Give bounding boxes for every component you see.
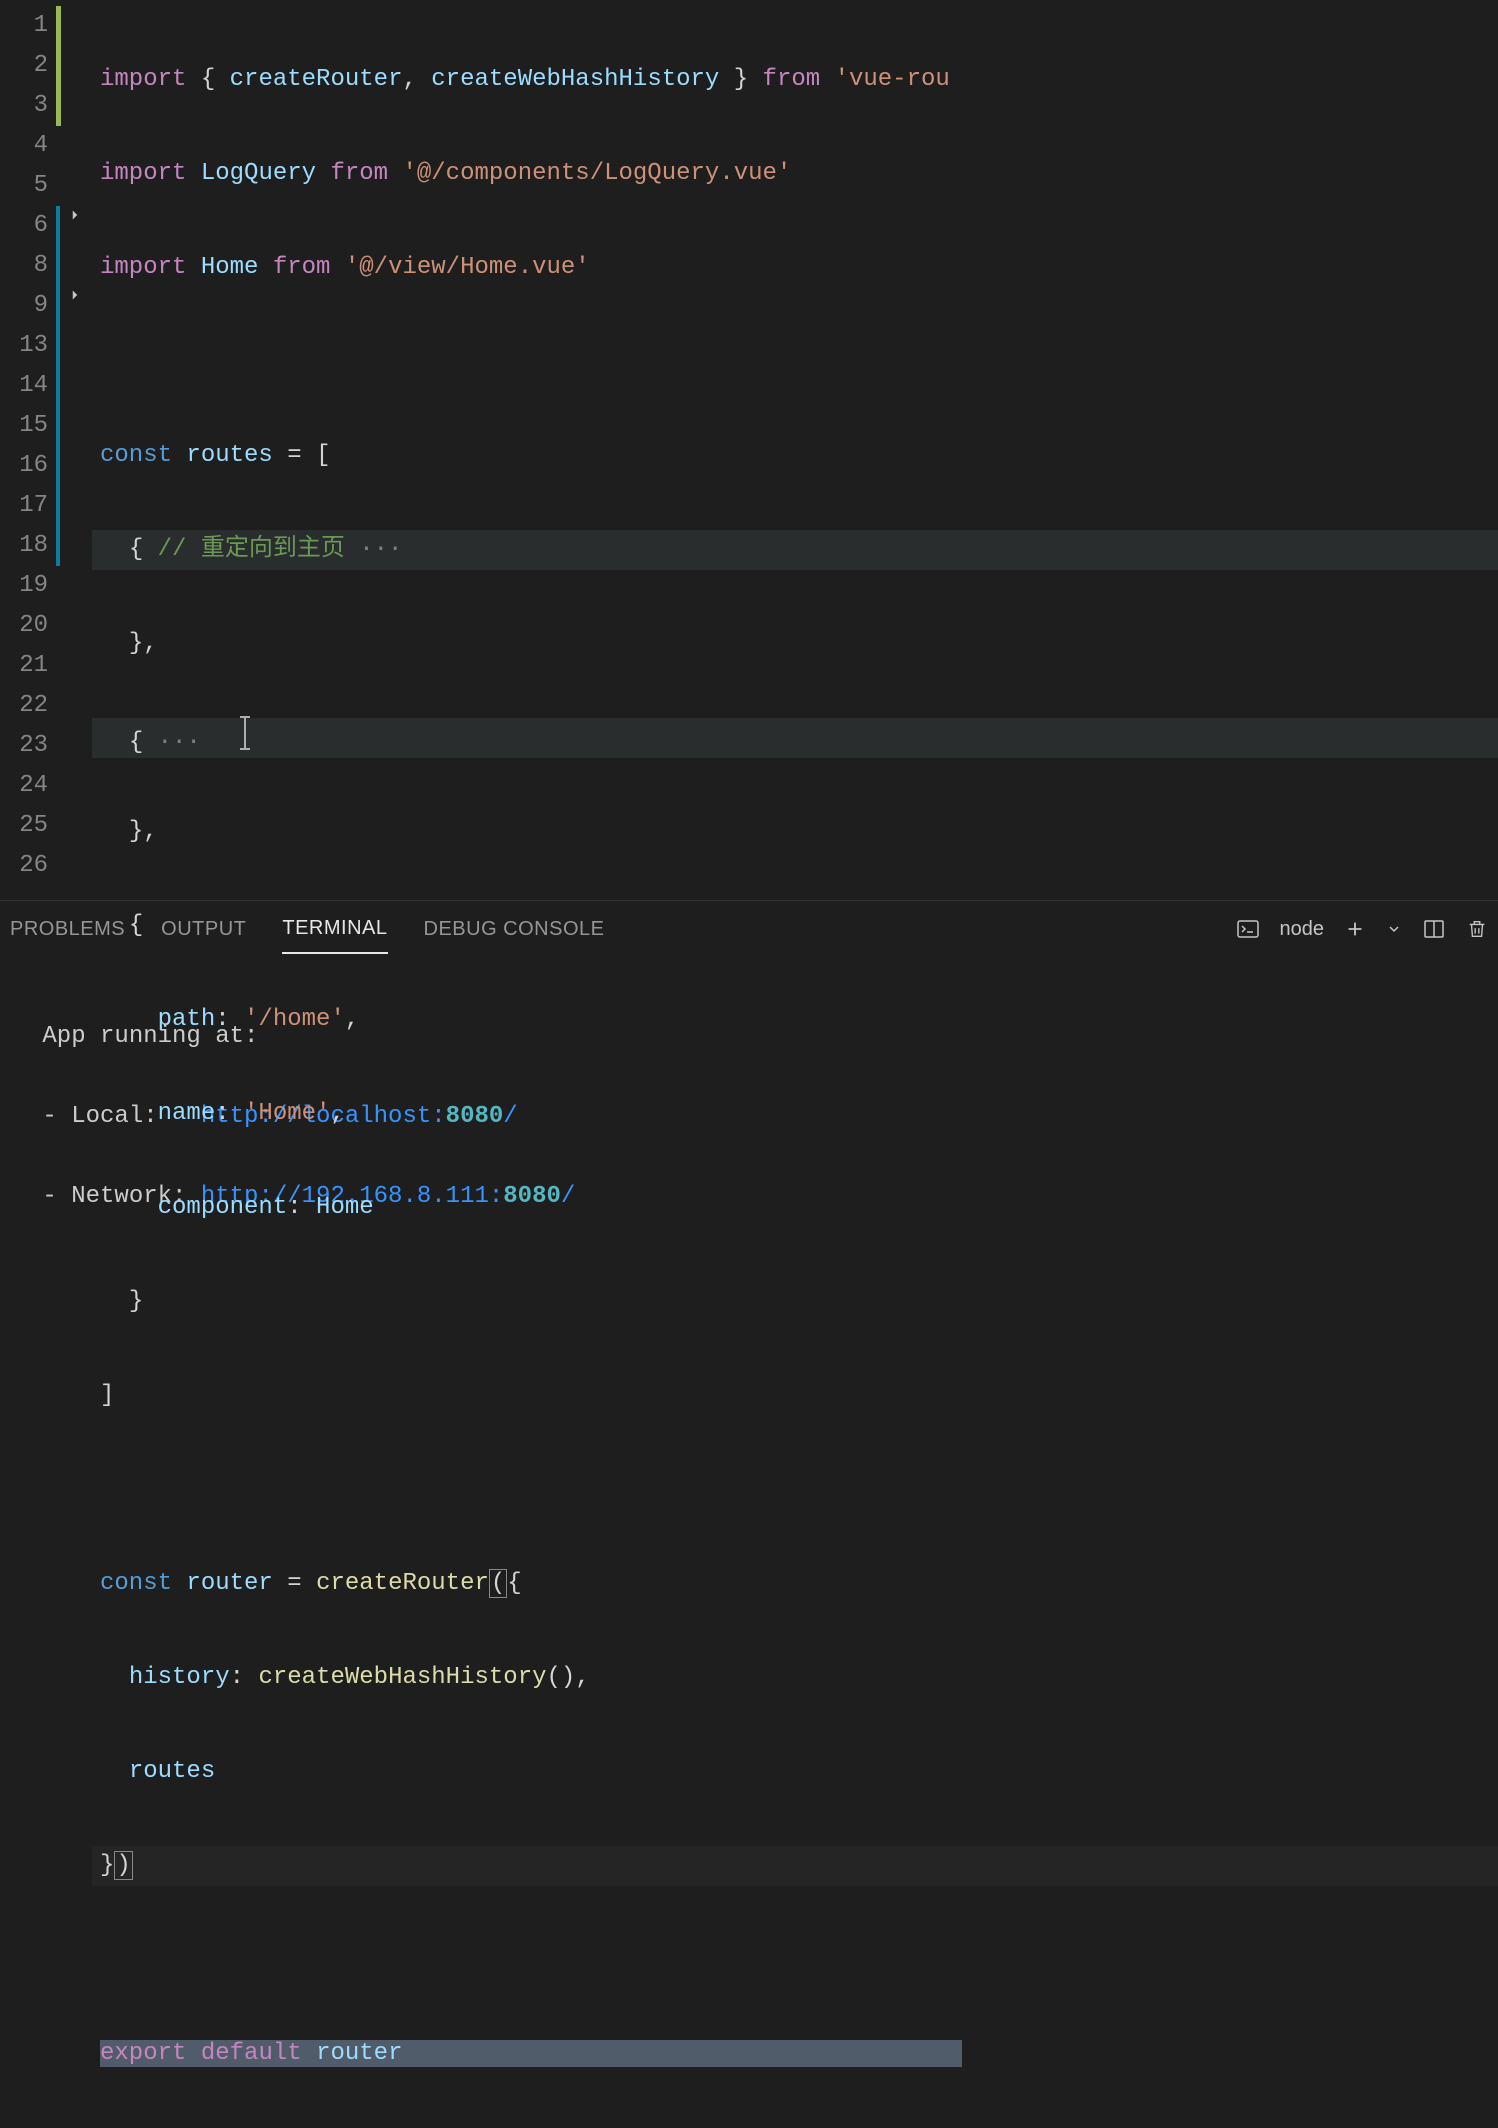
code-line[interactable] (92, 342, 1498, 382)
line-number: 5 (0, 166, 62, 206)
line-number: 15 (0, 406, 62, 446)
line-number: 18 (0, 526, 62, 566)
fold-expand-icon[interactable] (66, 286, 84, 326)
line-number: 9 (0, 286, 62, 326)
code-line[interactable]: { (92, 906, 1498, 946)
code-line[interactable]: } (92, 1282, 1498, 1322)
code-line[interactable]: ] (92, 1376, 1498, 1416)
code-line[interactable]: import LogQuery from '@/components/LogQu… (92, 154, 1498, 194)
code-line[interactable]: }) (92, 1846, 1498, 1886)
code-line[interactable]: const router = createRouter({ (92, 1564, 1498, 1604)
line-number: 22 (0, 686, 62, 726)
code-line[interactable]: import { createRouter, createWebHashHist… (92, 60, 1498, 100)
line-number: 20 (0, 606, 62, 646)
fold-expand-icon[interactable] (66, 206, 84, 246)
line-number: 19 (0, 566, 62, 606)
code-line[interactable]: path: '/home', (92, 1000, 1498, 1040)
line-number: 25 (0, 806, 62, 846)
line-number: 6 (0, 206, 62, 246)
code-line[interactable] (92, 1470, 1498, 1510)
code-line[interactable]: }, (92, 624, 1498, 664)
line-number: 3 (0, 86, 62, 126)
code-line[interactable]: }, (92, 812, 1498, 852)
text-cursor (244, 718, 246, 748)
code-line[interactable]: import Home from '@/view/Home.vue' (92, 248, 1498, 288)
code-line[interactable]: component: Home (92, 1188, 1498, 1228)
code-line[interactable]: export default router (92, 2034, 1498, 2074)
line-number: 17 (0, 486, 62, 526)
line-number: 14 (0, 366, 62, 406)
code-line[interactable]: history: createWebHashHistory(), (92, 1658, 1498, 1698)
code-line-folded[interactable]: { ··· (92, 718, 1498, 758)
fold-gutter (62, 0, 92, 900)
line-number: 1 (0, 6, 62, 46)
line-number: 23 (0, 726, 62, 766)
line-number: 16 (0, 446, 62, 486)
line-number: 4 (0, 126, 62, 166)
code-line[interactable]: const routes = [ (92, 436, 1498, 476)
line-number: 2 (0, 46, 62, 86)
code-line[interactable]: routes (92, 1752, 1498, 1792)
code-editor[interactable]: 1 2 3 4 5 6 8 9 13 14 15 16 17 18 19 20 … (0, 0, 1498, 900)
code-line[interactable]: name: 'Home', (92, 1094, 1498, 1134)
line-number: 24 (0, 766, 62, 806)
code-line[interactable] (92, 1940, 1498, 1980)
line-number: 21 (0, 646, 62, 686)
line-number: 8 (0, 246, 62, 286)
code-content[interactable]: import { createRouter, createWebHashHist… (92, 0, 1498, 900)
line-number-gutter: 1 2 3 4 5 6 8 9 13 14 15 16 17 18 19 20 … (0, 0, 62, 900)
line-number: 26 (0, 846, 62, 886)
line-number: 13 (0, 326, 62, 366)
code-line-folded[interactable]: { // 重定向到主页 ··· (92, 530, 1498, 570)
